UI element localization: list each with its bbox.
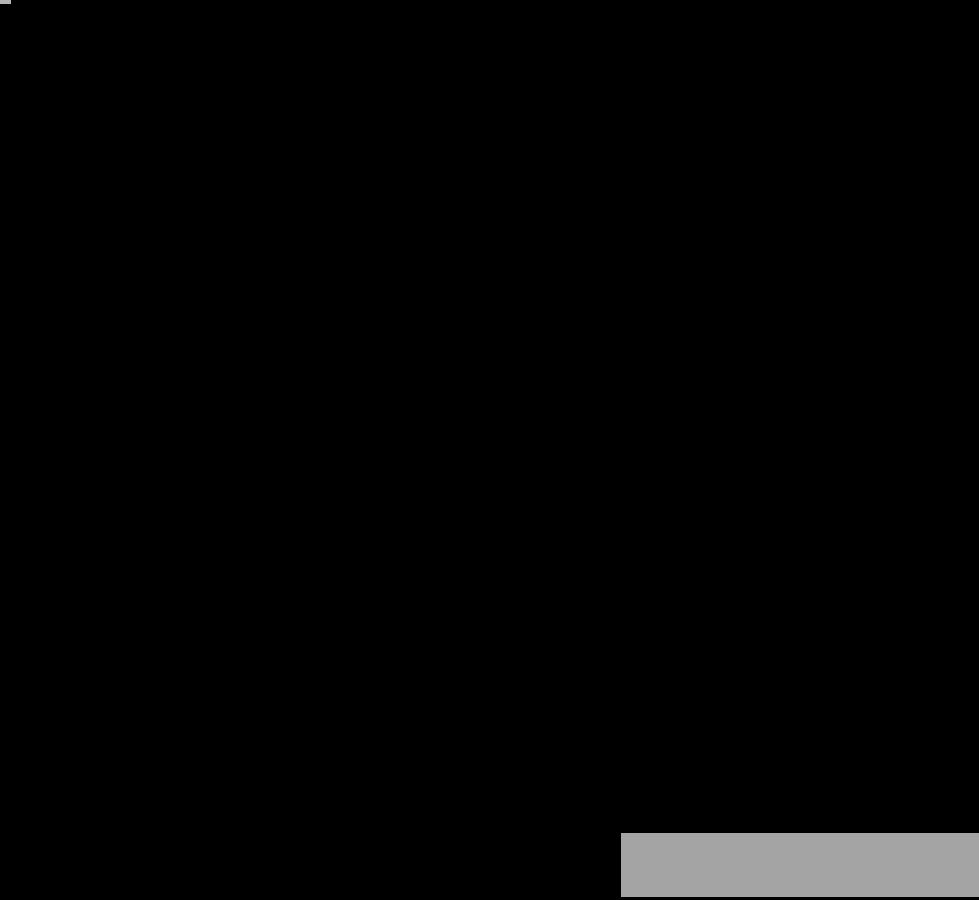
wrf-weather-map [0, 0, 979, 900]
cape-legend [621, 833, 979, 897]
title-line-windshear [0, 2, 11, 4]
map-canvas [0, 0, 979, 900]
title-panel [0, 0, 11, 4]
